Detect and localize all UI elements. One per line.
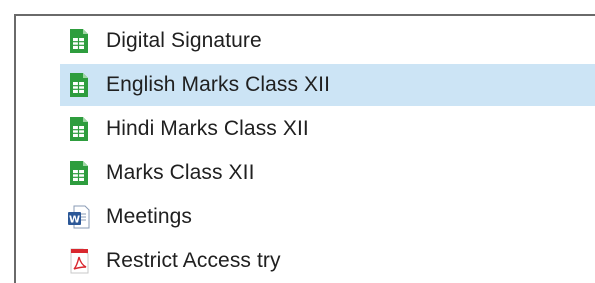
file-name: Meetings <box>106 205 193 228</box>
pdf-icon <box>68 248 90 274</box>
spreadsheet-icon <box>68 160 90 186</box>
file-item-restrict-access-try[interactable]: Restrict Access try <box>60 240 595 282</box>
svg-text:W: W <box>69 215 80 226</box>
spreadsheet-icon <box>68 116 90 142</box>
file-name: Marks Class XII <box>106 161 255 184</box>
file-name: Digital Signature <box>106 29 262 52</box>
file-explorer-pane: Digital Signature English Marks Class XI… <box>0 0 595 283</box>
file-item-digital-signature[interactable]: Digital Signature <box>60 20 595 62</box>
pane-border-top <box>14 14 595 16</box>
word-document-icon: W <box>68 204 90 230</box>
spreadsheet-icon <box>68 72 90 98</box>
file-item-marks-class-xii[interactable]: Marks Class XII <box>60 152 595 194</box>
file-item-hindi-marks-class-xii[interactable]: Hindi Marks Class XII <box>60 108 595 150</box>
file-name: English Marks Class XII <box>106 73 331 96</box>
file-item-english-marks-class-xii[interactable]: English Marks Class XII <box>60 64 595 106</box>
file-item-meetings[interactable]: W Meetings <box>60 196 595 238</box>
file-name: Restrict Access try <box>106 249 281 272</box>
spreadsheet-icon <box>68 28 90 54</box>
pane-border-left <box>14 14 16 283</box>
file-name: Hindi Marks Class XII <box>106 117 309 140</box>
